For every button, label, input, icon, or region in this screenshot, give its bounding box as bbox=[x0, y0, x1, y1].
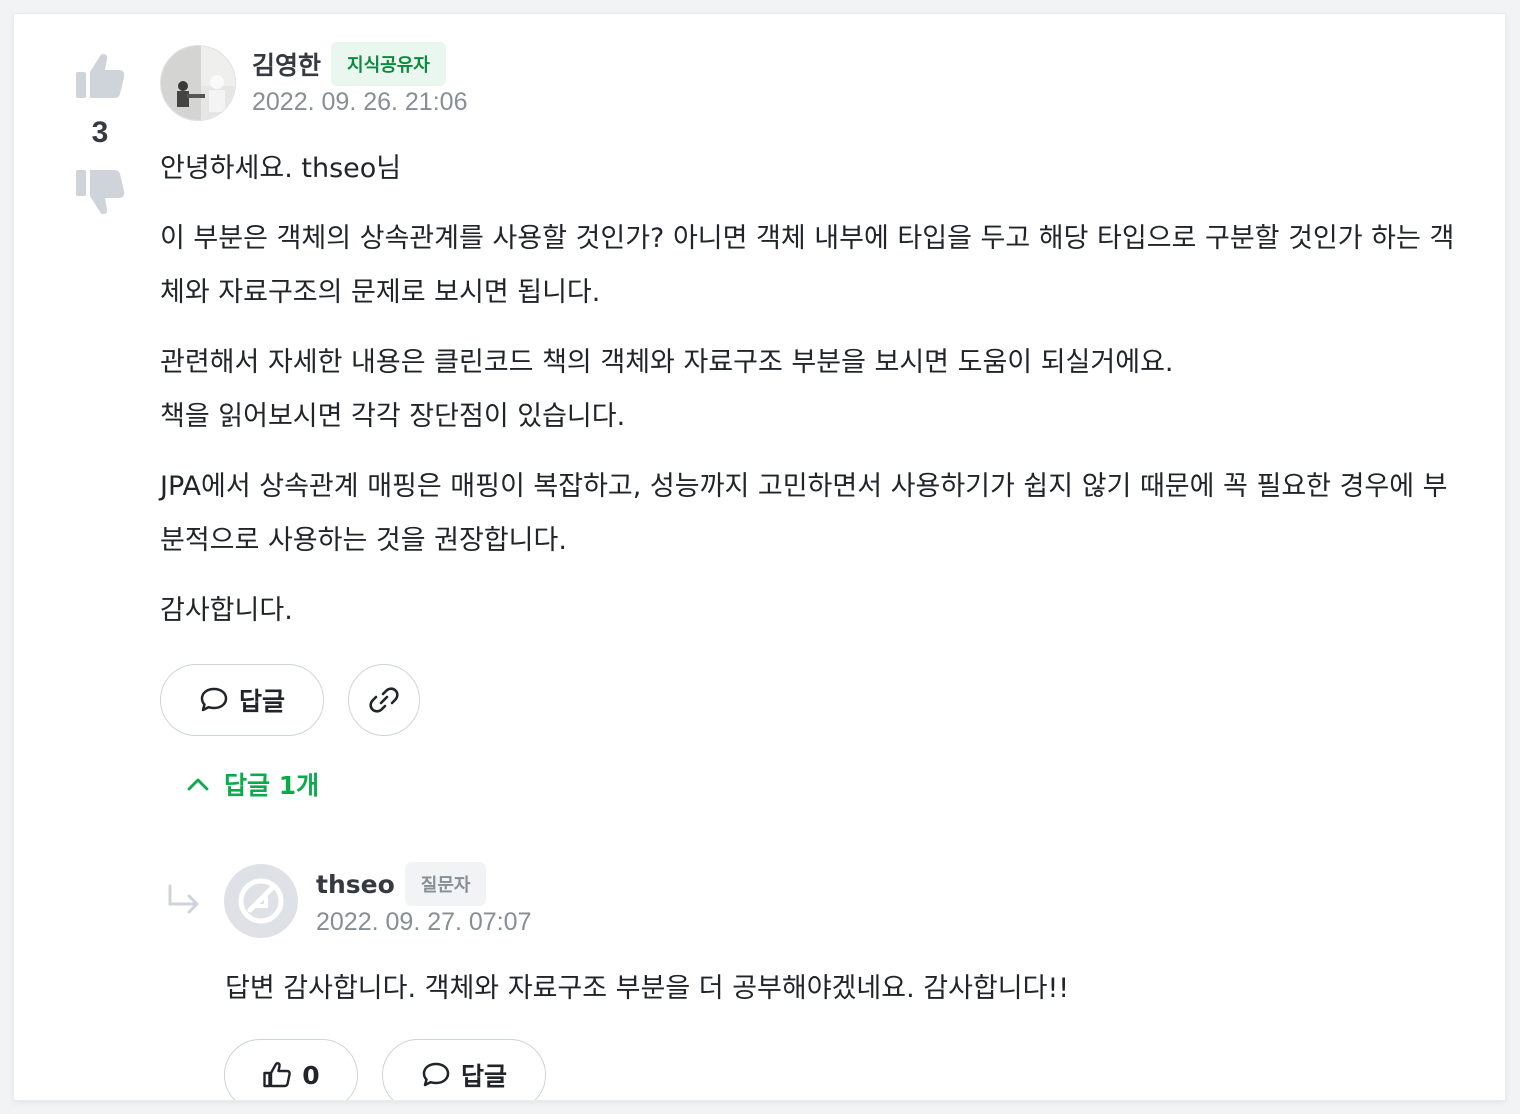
replies-toggle[interactable]: 답글 1개 bbox=[186, 766, 319, 802]
comment-icon bbox=[200, 687, 228, 712]
answer-paragraph: JPA에서 상속관계 매핑은 매핑이 복잡하고, 성능까지 고민하면서 사용하기… bbox=[160, 471, 1448, 556]
thumbs-down-icon[interactable] bbox=[74, 166, 126, 216]
answer-date: 2022. 09. 26. 21:06 bbox=[252, 88, 468, 116]
reply-button-label: 답글 bbox=[238, 687, 285, 716]
answer-body: 안녕하세요. thseo님 이 부분은 객체의 상속관계를 사용할 것인가? 아… bbox=[160, 142, 1470, 654]
answer-paragraph: 책을 읽어보시면 각각 장단점이 있습니다. bbox=[160, 401, 626, 432]
thumbs-up-icon[interactable] bbox=[74, 52, 126, 102]
reply-author-line: thseo 질문자 bbox=[316, 862, 487, 906]
reply-avatar[interactable] bbox=[224, 864, 298, 938]
replies-toggle-label: 답글 1개 bbox=[224, 771, 320, 800]
reply-text: 답변 감사합니다. 객체와 자료구조 부분을 더 공부해야겠네요. 감사합니다!… bbox=[225, 973, 1070, 1004]
author-line: 김영한 지식공유자 bbox=[252, 42, 446, 86]
vote-column: 3 bbox=[72, 52, 128, 216]
answer-paragraph: 감사합니다. bbox=[160, 595, 293, 626]
profile-photo bbox=[161, 46, 235, 120]
link-icon bbox=[369, 687, 399, 713]
answer-paragraph: 안녕하세요. thseo님 bbox=[160, 153, 402, 184]
reply-like-button[interactable]: 0 bbox=[224, 1039, 358, 1100]
comment-icon bbox=[422, 1062, 450, 1087]
vote-count: 3 bbox=[91, 116, 109, 149]
author-name[interactable]: 김영한 bbox=[252, 46, 321, 82]
answer-card: 3 김영한 지식공유자 2022. 09. 26. 21:06 안녕하세요. t… bbox=[14, 14, 1505, 1100]
default-avatar-icon bbox=[238, 878, 284, 924]
reply-like-count: 0 bbox=[302, 1060, 320, 1090]
author-badge: 지식공유자 bbox=[331, 42, 446, 86]
thumbs-up-outline-icon bbox=[263, 1062, 292, 1088]
reply-reply-button[interactable]: 답글 bbox=[382, 1039, 546, 1100]
reply-author-name[interactable]: thseo bbox=[316, 870, 395, 899]
reply-arrow-icon bbox=[168, 884, 199, 914]
chevron-up-icon bbox=[187, 778, 209, 791]
copy-link-button[interactable] bbox=[348, 664, 420, 736]
answer-paragraph: 관련해서 자세한 내용은 클린코드 책의 객체와 자료구조 부분을 보시면 도움… bbox=[160, 347, 1174, 378]
reply-reply-button-label: 답글 bbox=[460, 1062, 507, 1091]
reply-author-badge: 질문자 bbox=[404, 862, 487, 906]
reply-date: 2022. 09. 27. 07:07 bbox=[316, 908, 532, 936]
reply-button[interactable]: 답글 bbox=[160, 664, 324, 736]
answer-paragraph: 이 부분은 객체의 상속관계를 사용할 것인가? 아니면 객체 내부에 타입을 … bbox=[160, 223, 1455, 308]
avatar[interactable] bbox=[160, 45, 236, 121]
